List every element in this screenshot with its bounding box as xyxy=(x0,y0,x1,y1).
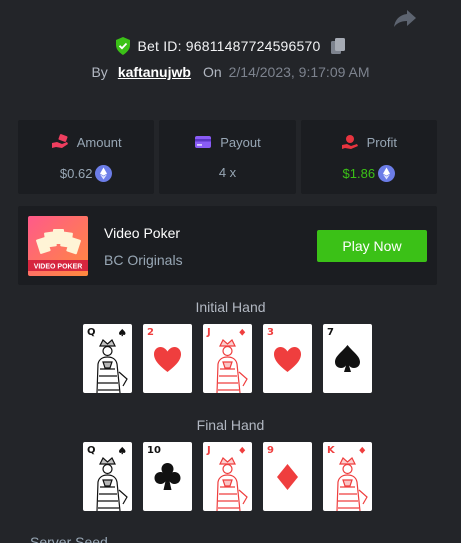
stat-profit: Profit $1.86 xyxy=(300,120,437,194)
initial-hand-cards: Q 2 J 3 7 xyxy=(83,324,372,393)
stat-payout-label: Payout xyxy=(220,134,261,150)
server-seed-label: Server Seed xyxy=(30,534,108,543)
bet-stats: Amount $0.62 Payout 4 x Profit $1.86 xyxy=(18,120,437,194)
video-poker-logo-icon: VIDEO POKER xyxy=(28,216,88,276)
card-rank: K xyxy=(327,445,335,456)
stat-payout: Payout 4 x xyxy=(159,120,296,194)
stat-profit-label: Profit xyxy=(366,134,397,150)
card-rank: 9 xyxy=(267,445,274,456)
bet-date: 2/14/2023, 9:17:09 AM xyxy=(228,64,370,80)
final-hand-card-1: Q xyxy=(83,442,132,511)
svg-text:VIDEO POKER: VIDEO POKER xyxy=(34,264,83,271)
play-now-button[interactable]: Play Now xyxy=(317,230,427,262)
card-rank: 7 xyxy=(327,327,334,338)
initial-hand-card-2: 2 xyxy=(143,324,192,393)
video-poker-thumbnail[interactable]: VIDEO POKER xyxy=(28,216,88,276)
final-hand-card-5: K xyxy=(323,442,372,511)
initial-hand-card-1: Q xyxy=(83,324,132,393)
card-wallet-icon xyxy=(195,136,212,148)
bet-id-row: Bet ID: 96811487724596570 xyxy=(0,37,461,55)
game-card: VIDEO POKER Video Poker BC Originals Pla… xyxy=(18,206,437,285)
verified-shield-icon xyxy=(116,37,131,55)
card-rank: J xyxy=(207,327,211,338)
card-rank: 10 xyxy=(147,445,161,456)
final-hand-card-3: J xyxy=(203,442,252,511)
stat-amount-label: Amount xyxy=(76,134,122,150)
card-rank: Q xyxy=(87,327,96,338)
profit-hand-icon xyxy=(341,135,358,149)
stat-amount: Amount $0.62 xyxy=(18,120,155,194)
initial-hand-card-3: J xyxy=(203,324,252,393)
eth-coin-icon xyxy=(95,165,113,182)
bet-id-text: Bet ID: 96811487724596570 xyxy=(137,38,321,54)
initial-hand-card-4: 3 xyxy=(263,324,312,393)
final-hand-title: Final Hand xyxy=(196,417,265,433)
stat-profit-value: $1.86 xyxy=(342,166,376,181)
game-name: Video Poker xyxy=(104,225,181,241)
final-hand-card-4: 9 xyxy=(263,442,312,511)
card-rank: 3 xyxy=(267,327,274,338)
card-rank: 2 xyxy=(147,327,154,338)
username-link[interactable]: kaftanujwb xyxy=(118,64,191,80)
eth-coin-icon xyxy=(378,165,396,182)
share-icon[interactable] xyxy=(393,7,417,29)
initial-hand-card-5: 7 xyxy=(323,324,372,393)
money-hand-icon xyxy=(51,134,68,148)
bet-byline: By kaftanujwb On 2/14/2023, 9:17:09 AM xyxy=(0,64,461,80)
stat-amount-value: $0.62 xyxy=(59,166,93,181)
on-label: On xyxy=(202,64,222,80)
copy-icon[interactable] xyxy=(330,37,346,55)
card-rank: Q xyxy=(87,445,96,456)
final-hand-card-2: 10 xyxy=(143,442,192,511)
card-rank: J xyxy=(207,445,211,456)
initial-hand-title: Initial Hand xyxy=(195,299,266,315)
game-provider: BC Originals xyxy=(104,252,183,268)
final-hand-cards: Q 10 J 9 K xyxy=(83,442,372,511)
stat-payout-value: 4 x xyxy=(218,165,237,180)
by-label: By xyxy=(91,64,108,80)
